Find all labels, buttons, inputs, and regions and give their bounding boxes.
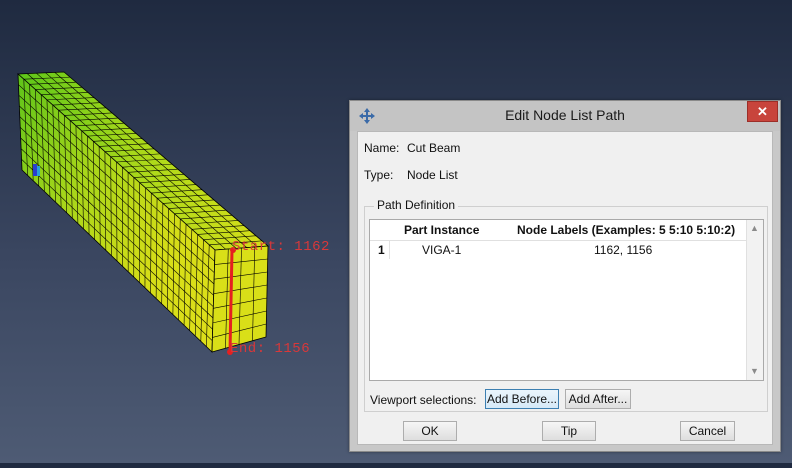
type-value: Node List [407, 168, 458, 182]
table-header-row: Part Instance Node Labels (Examples: 5 5… [370, 220, 746, 241]
tip-button[interactable]: Tip [542, 421, 596, 441]
column-header-node-labels[interactable]: Node Labels (Examples: 5 5:10 5:10:2) [517, 223, 735, 237]
viewport-selections-label: Viewport selections: [370, 393, 477, 407]
dialog-title: Edit Node List Path [350, 107, 780, 123]
path-line [230, 250, 232, 352]
scroll-up-icon[interactable]: ▲ [750, 223, 759, 233]
path-definition-title: Path Definition [374, 198, 458, 212]
path-definition-group: Path Definition Part Instance Node Label… [364, 206, 768, 412]
name-label: Name: [364, 141, 399, 155]
mesh-highlight [37, 166, 40, 176]
add-before-button[interactable]: Add Before... [485, 389, 559, 409]
name-value: Cut Beam [407, 141, 460, 155]
node-list-table[interactable]: Part Instance Node Labels (Examples: 5 5… [369, 219, 764, 381]
start-node-label: Start: 1162 [232, 239, 330, 255]
close-icon: ✕ [757, 104, 768, 119]
end-node-label: End: 1156 [230, 341, 310, 357]
part-instance-cell[interactable]: VIGA-1 [422, 243, 461, 257]
table-vertical-scrollbar[interactable]: ▲ ▼ [746, 220, 763, 380]
dialog-body: Name: Cut Beam Type: Node List Path Defi… [357, 131, 773, 445]
type-label: Type: [364, 168, 393, 182]
scroll-down-icon[interactable]: ▼ [750, 366, 759, 376]
add-after-button[interactable]: Add After... [565, 389, 631, 409]
table-row[interactable]: 1 VIGA-1 1162, 1156 [370, 241, 746, 259]
edit-node-list-path-dialog: Edit Node List Path ✕ Name: Cut Beam Typ… [349, 100, 781, 452]
cancel-button[interactable]: Cancel [680, 421, 735, 441]
mesh-highlight [33, 164, 37, 176]
row-index: 1 [378, 243, 385, 257]
close-button[interactable]: ✕ [747, 101, 778, 122]
ok-button[interactable]: OK [403, 421, 457, 441]
column-header-part-instance[interactable]: Part Instance [404, 223, 479, 237]
node-labels-cell[interactable]: 1162, 1156 [594, 243, 652, 257]
dialog-titlebar[interactable]: Edit Node List Path ✕ [350, 101, 780, 131]
